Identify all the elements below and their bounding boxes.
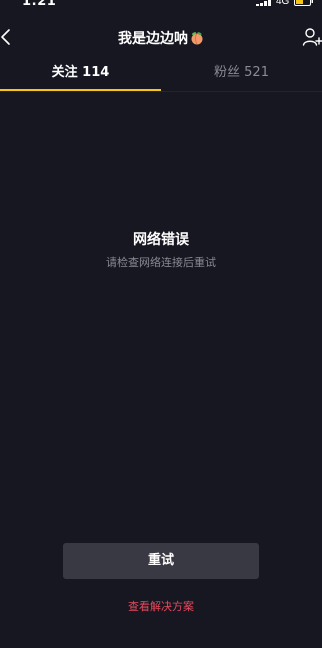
tab-fans[interactable]: 粉丝 521 [161,58,322,90]
follow-tabs: 关注 114 粉丝 521 [0,58,322,92]
tab-divider [0,91,322,92]
status-bar: 1:21 4G [0,0,322,14]
retry-button[interactable]: 重试 [63,543,259,579]
battery-icon [294,0,313,6]
error-title: 网络错误 [133,232,189,248]
app-screen: 1:21 4G 我是边边呐 关注 114 粉丝 521 网络错误 请检查网络连接… [0,0,322,648]
signal-icon [256,0,271,6]
add-user-icon[interactable] [302,27,322,47]
nav-bar: 我是边边呐 [0,22,322,56]
view-solutions-link[interactable]: 查看解决方案 [0,598,322,614]
tab-following[interactable]: 关注 114 [0,58,161,90]
network-type-label: 4G [276,0,290,7]
error-message: 请检查网络连接后重试 [106,256,216,269]
page-title: 我是边边呐 [0,28,322,48]
status-time: 1:21 [22,0,57,9]
peach-icon [191,32,203,45]
page-title-text: 我是边边呐 [118,31,188,47]
